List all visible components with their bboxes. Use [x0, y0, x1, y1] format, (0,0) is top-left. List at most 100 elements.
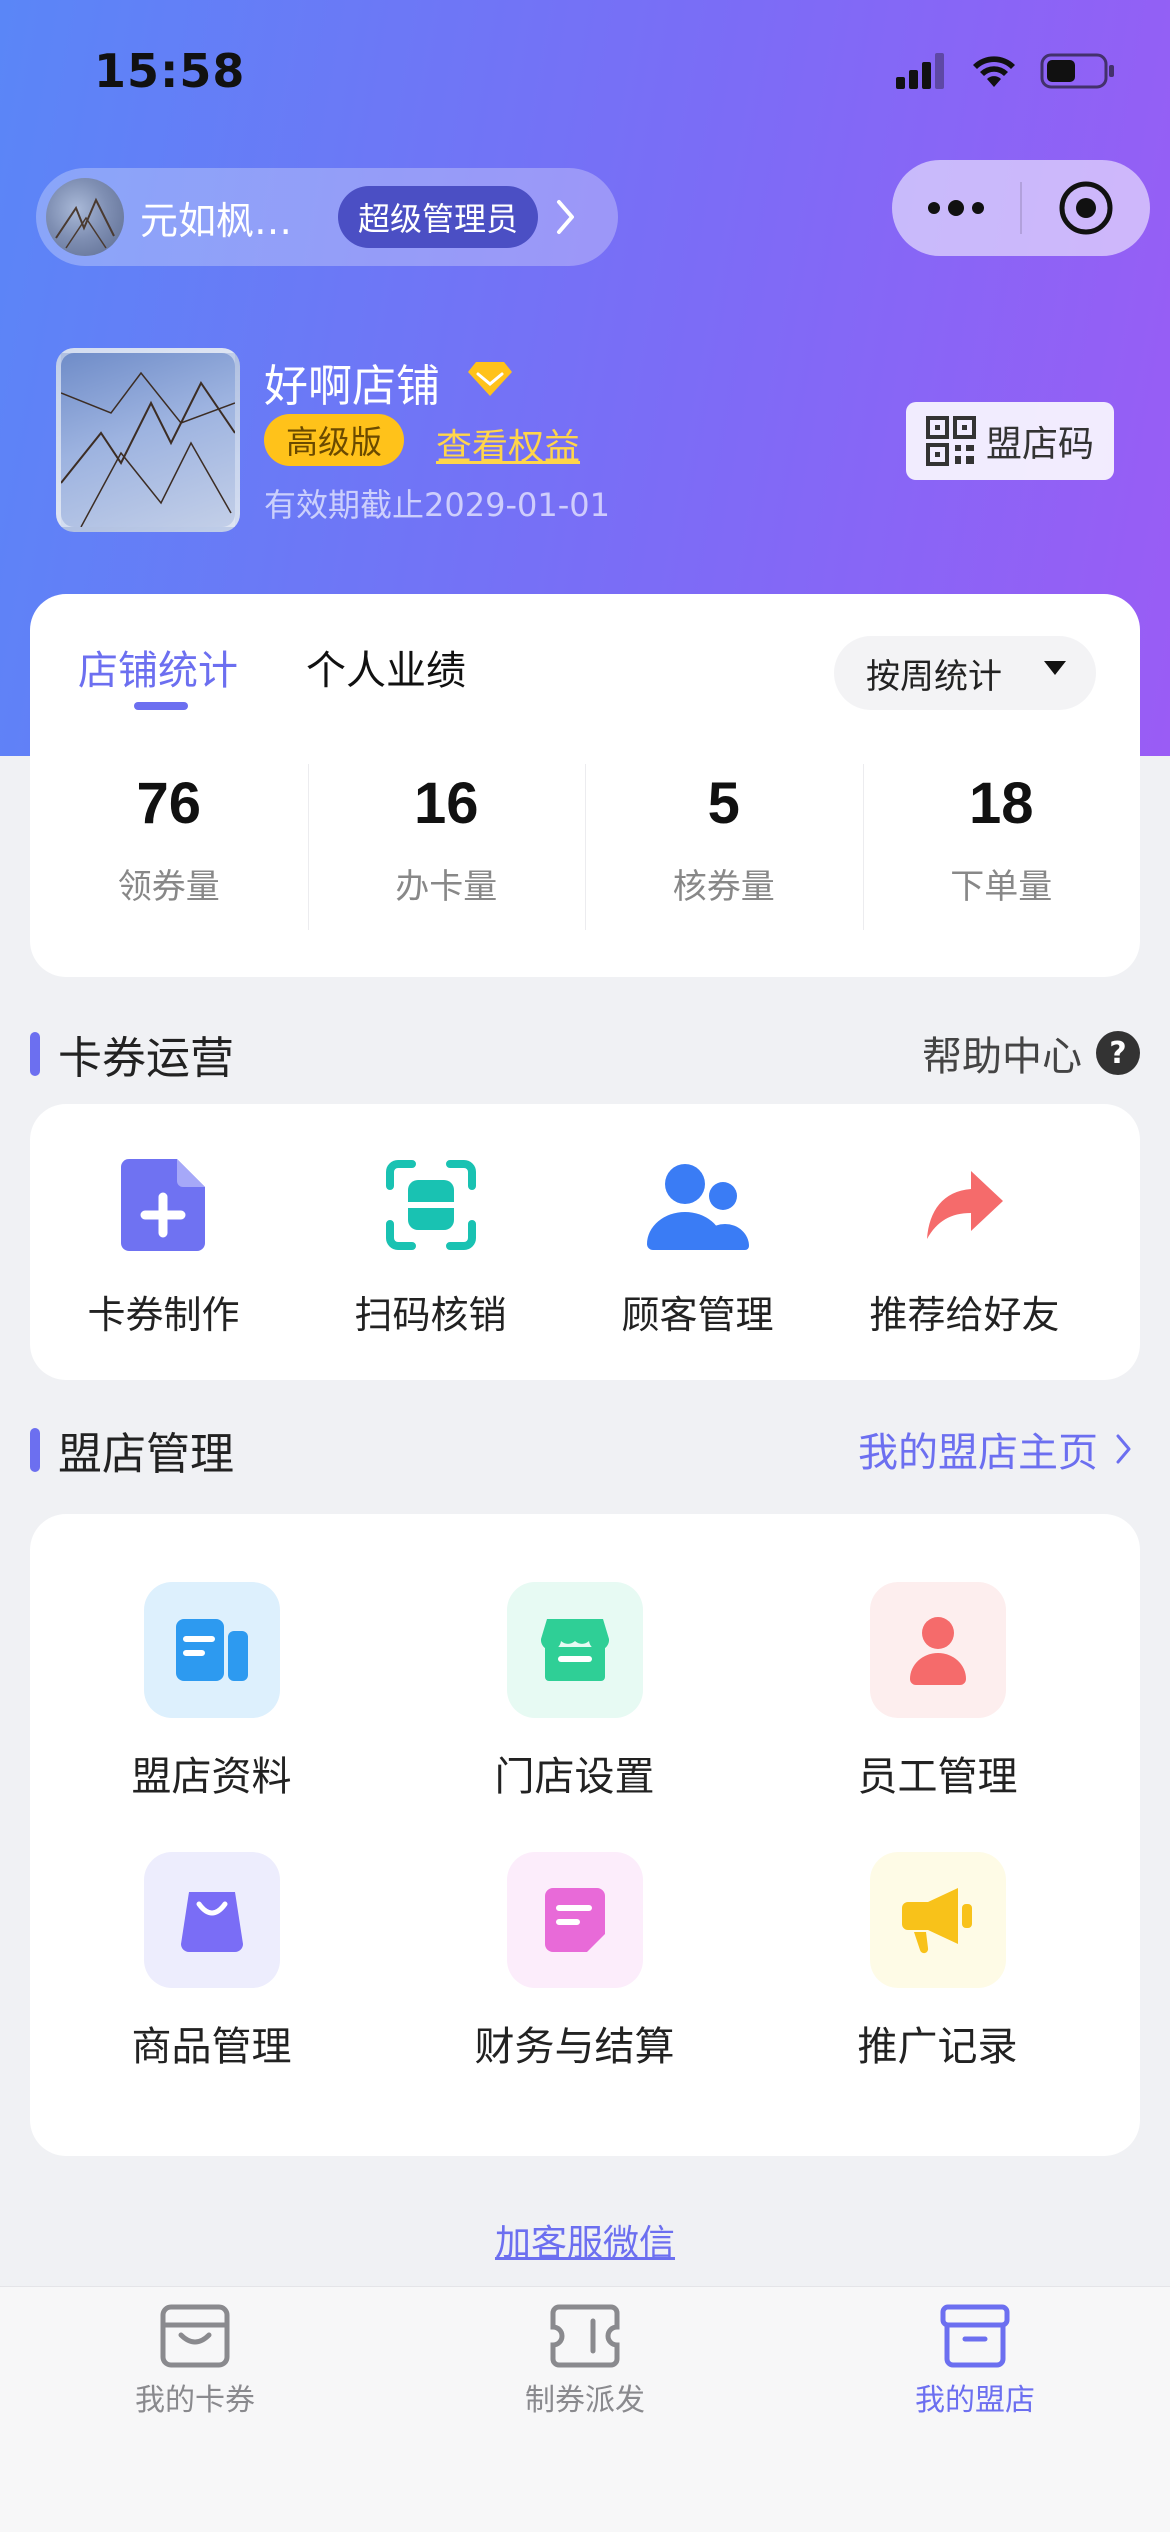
target-circle-icon [1059, 181, 1113, 235]
status-time: 15:58 [94, 44, 246, 98]
op-label: 推荐给好友 [869, 1293, 1060, 1337]
megaphone-icon [869, 1852, 1006, 1988]
section-title-card-ops: 卡券运营 [30, 1022, 234, 1086]
mgmt-store-settings[interactable]: 门店设置 [393, 1582, 756, 1802]
mgmt-label: 推广记录 [857, 2024, 1018, 2070]
mgmt-products[interactable]: 商品管理 [30, 1852, 393, 2072]
mgmt-promotion[interactable]: 推广记录 [756, 1852, 1119, 2072]
my-store-icon [940, 2304, 1010, 2368]
help-center-label: 帮助中心 [922, 1034, 1082, 1080]
op-recommend-friend[interactable]: 推荐给好友 [831, 1150, 1098, 1339]
storefront-icon [506, 1582, 643, 1718]
section-bar [30, 1428, 40, 1472]
more-dots-icon [928, 200, 984, 216]
more-button[interactable] [892, 160, 1020, 256]
tab-store-stats[interactable]: 店铺统计 [78, 638, 238, 696]
stat-coupons-redeemed[interactable]: 5 核券量 [585, 762, 863, 932]
stat-coupons-claimed[interactable]: 76 领券量 [30, 762, 308, 932]
caret-down-icon [1044, 661, 1066, 675]
mgmt-label: 商品管理 [131, 2024, 292, 2070]
stat-value: 5 [707, 771, 740, 836]
help-center-link[interactable]: 帮助中心 ? [922, 1024, 1140, 1082]
mgmt-label: 员工管理 [857, 1754, 1018, 1800]
cellular-signal-icon [896, 53, 944, 89]
store-qr-button[interactable]: 盟店码 [906, 402, 1114, 480]
mgmt-finance[interactable]: 财务与结算 [393, 1852, 756, 2072]
finance-icon [506, 1852, 643, 1988]
store-mgmt-card: 盟店资料 门店设置 员工管理 商品管理 财务与结算 推广记录 [30, 1514, 1140, 2156]
stat-orders[interactable]: 18 下单量 [862, 762, 1141, 932]
stats-card: 店铺统计 个人业绩 按周统计 76 领券量 16 办卡量 5 核券量 18 下单… [30, 594, 1140, 977]
op-label: 卡券制作 [87, 1293, 240, 1337]
scan-icon [376, 1150, 486, 1260]
stat-value: 18 [968, 771, 1034, 836]
qr-code-icon [925, 416, 976, 466]
op-label: 顾客管理 [621, 1293, 774, 1337]
section-title-text: 卡券运营 [58, 1033, 234, 1084]
role-badge: 超级管理员 [338, 186, 539, 248]
tabbar-label: 我的卡券 [135, 2383, 255, 2418]
stat-label: 核券量 [672, 867, 775, 907]
tabbar-item-issue-coupons[interactable]: 制券派发 [390, 2287, 780, 2532]
my-store-home-label: 我的盟店主页 [858, 1430, 1098, 1476]
user-name: 元如枫… [140, 198, 293, 243]
close-miniprogram-button[interactable] [1022, 160, 1150, 256]
store-name: 好啊店铺 [264, 361, 440, 412]
stat-label: 领券量 [117, 867, 220, 907]
add-document-icon [109, 1150, 219, 1260]
section-bar [30, 1032, 40, 1076]
miniprogram-capsule [892, 160, 1150, 256]
staff-icon [869, 1582, 1006, 1718]
op-create-card[interactable]: 卡券制作 [30, 1150, 297, 1339]
period-select[interactable]: 按周统计 [834, 636, 1096, 710]
avatar-image [55, 197, 115, 249]
add-service-wechat-link[interactable]: 加客服微信 [0, 2214, 1170, 2266]
bottom-tab-bar: 我的卡券 制券派发 我的盟店 [0, 2286, 1170, 2532]
my-store-home-link[interactable]: 我的盟店主页 [858, 1420, 1132, 1478]
stat-value: 76 [136, 771, 201, 836]
op-customer-mgmt[interactable]: 顾客管理 [564, 1150, 831, 1339]
qr-label: 盟店码 [985, 424, 1094, 465]
op-label: 扫码核销 [354, 1293, 507, 1337]
stat-label: 下单量 [950, 867, 1053, 907]
share-arrow-icon [910, 1150, 1020, 1260]
tabbar-label: 我的盟店 [915, 2383, 1035, 2418]
period-select-value: 按周统计 [866, 656, 1002, 697]
store-image [56, 348, 240, 532]
chevron-right-icon [557, 200, 575, 234]
tab-active-indicator [134, 702, 188, 710]
card-wallet-icon [160, 2304, 230, 2368]
stat-cards-issued[interactable]: 16 办卡量 [307, 762, 586, 932]
card-ops-card: 卡券制作 扫码核销 顾客管理 推荐给好友 [30, 1104, 1140, 1380]
chevron-right-icon [1116, 1434, 1131, 1464]
vip-diamond-icon [468, 362, 512, 396]
tab-personal-performance[interactable]: 个人业绩 [306, 638, 466, 696]
status-icons [896, 52, 1116, 90]
tabbar-item-my-store[interactable]: 我的盟店 [780, 2287, 1170, 2532]
mgmt-staff[interactable]: 员工管理 [756, 1582, 1119, 1802]
section-title-text: 盟店管理 [58, 1429, 234, 1480]
stat-value: 16 [413, 771, 479, 836]
avatar [46, 178, 124, 256]
tabbar-label: 制券派发 [525, 2383, 645, 2418]
tabbar-item-my-cards[interactable]: 我的卡券 [0, 2287, 390, 2532]
stat-label: 办卡量 [395, 867, 498, 907]
shopping-bag-icon [143, 1852, 280, 1988]
wifi-icon [973, 56, 1015, 87]
validity-text: 有效期截止2029-01-01 [264, 486, 610, 524]
help-icon: ? [1096, 1031, 1140, 1075]
store-profile-icon [143, 1582, 280, 1718]
mgmt-label: 门店设置 [494, 1754, 655, 1800]
mgmt-label: 财务与结算 [474, 2024, 675, 2070]
level-badge: 高级版 [264, 414, 405, 466]
user-switcher[interactable]: 元如枫… 超级管理员 [36, 168, 618, 266]
stats-row: 76 领券量 16 办卡量 5 核券量 18 下单量 [30, 762, 1140, 932]
op-scan-redeem[interactable]: 扫码核销 [297, 1150, 564, 1339]
customers-icon [643, 1150, 753, 1260]
battery-icon [1040, 53, 1114, 89]
mgmt-label: 盟店资料 [131, 1754, 292, 1800]
view-rights-link[interactable]: 查看权益 [436, 418, 580, 470]
coupon-icon [550, 2304, 620, 2368]
section-title-store-mgmt: 盟店管理 [30, 1418, 234, 1482]
mgmt-store-profile[interactable]: 盟店资料 [30, 1582, 393, 1802]
